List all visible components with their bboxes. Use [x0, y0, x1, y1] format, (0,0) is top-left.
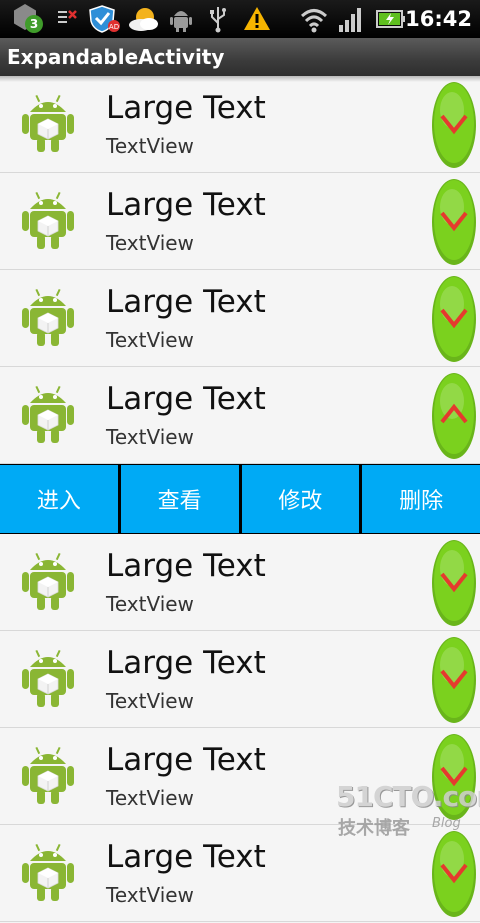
item-title: Large Text	[106, 284, 266, 320]
item-title: Large Text	[106, 742, 266, 778]
item-subtitle: TextView	[106, 689, 194, 713]
list-item[interactable]: Large Text TextView	[0, 631, 480, 728]
watermark-tagline: 技术博客	[338, 818, 410, 839]
battery-icon	[376, 10, 405, 28]
expand-toggle-icon[interactable]	[430, 829, 478, 919]
status-time: 16:42	[405, 7, 472, 31]
list-item[interactable]: Large Text TextView	[0, 270, 480, 367]
item-title: Large Text	[106, 548, 266, 584]
expand-toggle-icon[interactable]	[430, 538, 478, 628]
view-button[interactable]: 查看	[120, 465, 239, 533]
item-title: Large Text	[106, 645, 266, 681]
android-icon	[20, 647, 76, 709]
android-icon	[20, 286, 76, 348]
shield-icon: AD	[89, 5, 120, 33]
site-watermark: 51CTO.com 技术博客 Blog	[336, 780, 480, 840]
item-subtitle: TextView	[106, 231, 194, 255]
wifi-icon	[300, 9, 328, 33]
android-icon	[20, 550, 76, 612]
collapse-toggle-icon[interactable]	[430, 371, 478, 461]
app-title: ExpandableActivity	[0, 38, 480, 76]
expand-toggle-icon[interactable]	[430, 177, 478, 267]
notification-count-badge: 3	[25, 15, 43, 33]
list-item[interactable]: Large Text TextView	[0, 534, 480, 631]
svg-text:AD: AD	[109, 23, 119, 31]
delete-button[interactable]: 删除	[362, 465, 480, 533]
item-title: Large Text	[106, 187, 266, 223]
item-title: Large Text	[106, 381, 266, 417]
android-icon	[20, 383, 76, 445]
item-title: Large Text	[106, 839, 266, 875]
android-icon	[20, 841, 76, 903]
item-title: Large Text	[106, 90, 266, 126]
item-subtitle: TextView	[106, 883, 194, 907]
enter-button[interactable]: 进入	[0, 465, 118, 533]
warning-icon	[244, 7, 270, 30]
expand-toggle-icon[interactable]	[430, 274, 478, 364]
android-icon	[20, 92, 76, 154]
expand-toggle-icon[interactable]	[430, 635, 478, 725]
watermark-blog: Blog	[432, 816, 461, 831]
list-item[interactable]: Large Text TextView	[0, 76, 480, 173]
item-subtitle: TextView	[106, 425, 194, 449]
item-subtitle: TextView	[106, 134, 194, 158]
item-subtitle: TextView	[106, 328, 194, 352]
item-subtitle: TextView	[106, 592, 194, 616]
watermark-site: 51CTO.com	[336, 780, 480, 813]
list-item[interactable]: Large Text TextView	[0, 367, 480, 464]
list-item[interactable]: Large Text TextView	[0, 173, 480, 270]
signal-icon	[339, 8, 361, 32]
notification-stack-icon[interactable]: 3	[12, 4, 43, 34]
android-icon	[20, 189, 76, 251]
expand-toggle-icon[interactable]	[430, 80, 478, 170]
usb-icon	[210, 7, 226, 33]
status-bar: 3 AD 16:42	[0, 0, 480, 38]
android-icon	[170, 11, 192, 32]
item-subtitle: TextView	[106, 786, 194, 810]
close-icon	[58, 10, 77, 23]
item-action-bar: 进入 查看 修改 删除	[0, 464, 480, 534]
edit-button[interactable]: 修改	[241, 465, 360, 533]
android-icon	[20, 744, 76, 806]
weather-icon	[129, 8, 158, 31]
